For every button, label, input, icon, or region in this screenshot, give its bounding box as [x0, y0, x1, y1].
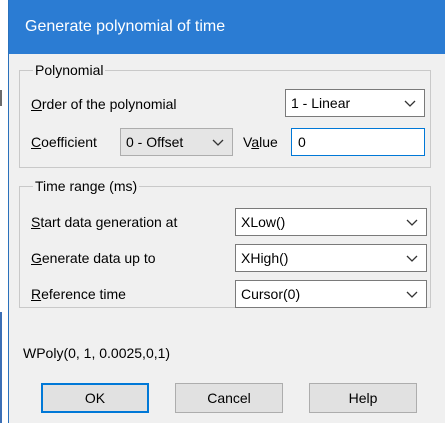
background-window-edge: [0, 0, 8, 423]
expression-text: WPoly(0, 1, 0.0025,0,1): [23, 345, 171, 361]
coefficient-label: Coefficient: [31, 134, 97, 150]
generate-polynomial-dialog: Generate polynomial of time Polynomial O…: [8, 0, 445, 423]
reference-dropdown-value: Cursor(0): [241, 286, 301, 302]
coefficient-dropdown[interactable]: 0 - Offset: [120, 128, 233, 156]
value-input[interactable]: [292, 129, 424, 155]
help-button[interactable]: Help: [309, 383, 417, 413]
order-dropdown-value: 1 - Linear: [291, 95, 351, 111]
chevron-down-icon: [406, 219, 418, 226]
cancel-button[interactable]: Cancel: [175, 383, 283, 413]
start-dropdown-value: XLow(): [241, 214, 286, 230]
ok-button[interactable]: OK: [41, 383, 149, 413]
chevron-down-icon: [406, 255, 418, 262]
background-divider: [0, 90, 2, 106]
time-range-group-label: Time range (ms): [33, 178, 140, 194]
window-title: Generate polynomial of time: [25, 18, 226, 35]
value-input-box[interactable]: [291, 128, 425, 156]
polynomial-group-label: Polynomial: [33, 62, 106, 78]
start-dropdown[interactable]: XLow(): [235, 208, 427, 236]
chevron-down-icon: [212, 139, 224, 146]
chevron-down-icon: [406, 291, 418, 298]
upto-label: Generate data up to: [31, 250, 156, 266]
upto-dropdown-value: XHigh(): [241, 250, 289, 266]
start-label: Start data generation at: [31, 214, 178, 230]
reference-dropdown[interactable]: Cursor(0): [235, 280, 427, 308]
background-divider: [0, 312, 2, 423]
coefficient-dropdown-value: 0 - Offset: [126, 134, 184, 150]
value-label: Value: [243, 134, 278, 150]
order-label: Order of the polynomial: [31, 96, 177, 112]
chevron-down-icon: [404, 100, 416, 107]
reference-label: Reference time: [31, 286, 126, 302]
title-bar[interactable]: Generate polynomial of time: [9, 0, 445, 54]
upto-dropdown[interactable]: XHigh(): [235, 244, 427, 272]
order-dropdown[interactable]: 1 - Linear: [285, 89, 425, 117]
